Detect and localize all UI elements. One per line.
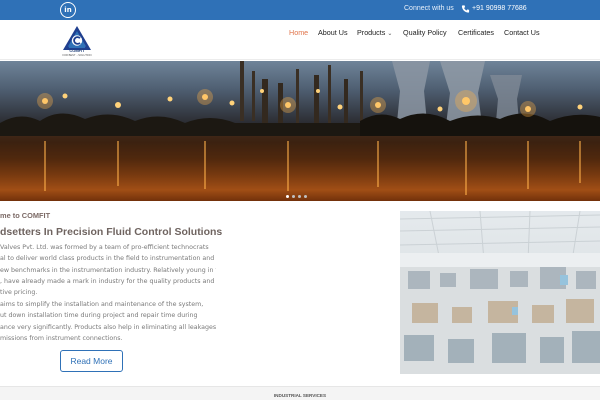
paragraph-line: tive pricing. bbox=[0, 289, 38, 297]
slider-dot[interactable] bbox=[298, 195, 301, 198]
paragraph-line: ance very significantly. Products also h… bbox=[0, 323, 216, 331]
paragraph-line: ew benchmarks in the instrumentation ind… bbox=[0, 266, 216, 274]
logo-tagline: FOR BEST ...SOLUTION bbox=[62, 54, 92, 57]
factory-photo bbox=[400, 211, 600, 374]
top-bar: in Connect with us +91 90998 77686 bbox=[0, 0, 600, 20]
paragraph-line: Valves Pvt. Ltd. was formed by a team of… bbox=[0, 244, 209, 251]
site-header: COMFIT FOR BEST ...SOLUTION Home About U… bbox=[0, 20, 600, 60]
read-more-button[interactable]: Read More bbox=[60, 350, 123, 372]
nav-home[interactable]: Home bbox=[289, 28, 308, 37]
chevron-down-icon: ⌄ bbox=[387, 31, 393, 37]
paragraph-line: aims to simplify the installation and ma… bbox=[0, 301, 204, 308]
page: in Connect with us +91 90998 77686 COMFI… bbox=[0, 0, 600, 400]
slider-dot[interactable] bbox=[304, 195, 307, 198]
headline: dsetters In Precision Fluid Control Solu… bbox=[0, 226, 223, 238]
services-label: INDUSTRIAL SERVICES bbox=[273, 393, 327, 398]
slider-dots bbox=[286, 195, 307, 198]
intro-paragraph: Valves Pvt. Ltd. was formed by a team of… bbox=[0, 242, 216, 298]
phone-icon bbox=[461, 5, 470, 13]
paragraph-line: missions from instrument connections. bbox=[0, 334, 123, 342]
slider-dot[interactable] bbox=[286, 195, 289, 198]
paragraph-line: , have already made a mark in industry f… bbox=[0, 277, 215, 285]
welcome-heading: me to COMFIT bbox=[0, 211, 51, 220]
connect-label: Connect with us bbox=[404, 5, 454, 12]
nav-about-us[interactable]: About Us bbox=[318, 28, 348, 37]
paragraph-line: ut down installation time during project… bbox=[0, 312, 198, 320]
paragraph-line: al to deliver world class products in th… bbox=[0, 255, 216, 263]
nav-contact-us[interactable]: Contact Us bbox=[504, 28, 540, 37]
nav-products[interactable]: Products ⌄ bbox=[357, 28, 392, 37]
services-strip: INDUSTRIAL SERVICES bbox=[0, 386, 600, 400]
linkedin-icon[interactable]: in bbox=[60, 2, 76, 18]
hero-slider bbox=[0, 61, 600, 201]
logo-text: COMFIT bbox=[69, 48, 85, 53]
nav-quality-policy[interactable]: Quality Policy bbox=[403, 28, 447, 37]
nav-products-label: Products bbox=[357, 28, 386, 37]
slider-dot[interactable] bbox=[292, 195, 295, 198]
hero-image bbox=[0, 61, 600, 201]
mission-paragraph: aims to simplify the installation and ma… bbox=[0, 299, 216, 344]
phone-number[interactable]: +91 90998 77686 bbox=[472, 5, 527, 12]
nav-certificates[interactable]: Certificates bbox=[458, 28, 494, 37]
